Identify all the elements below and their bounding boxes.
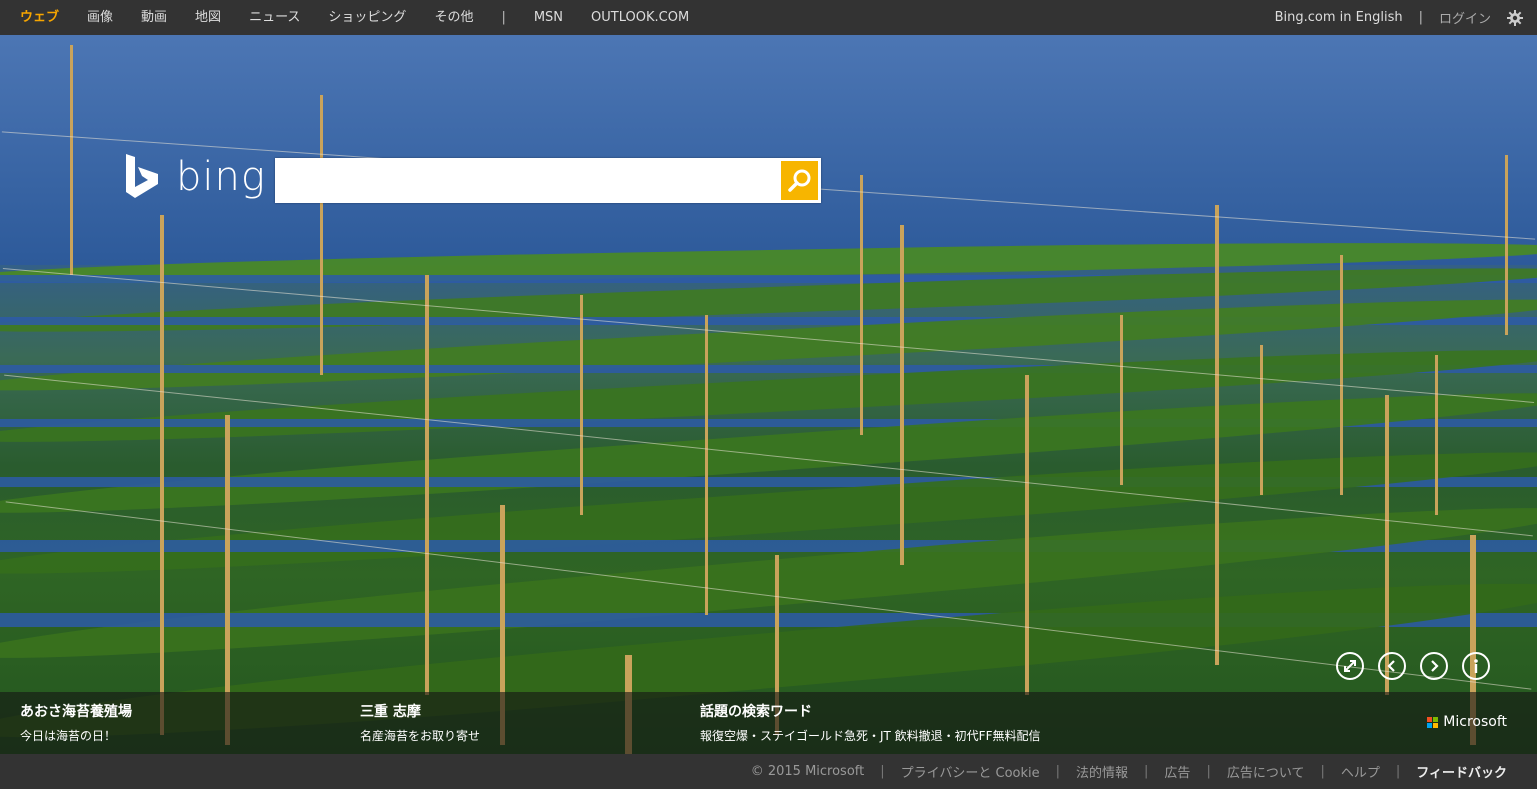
- caption-location-title: あおさ海苔養殖場: [20, 704, 132, 720]
- nav-shopping[interactable]: ショッピング: [328, 0, 406, 35]
- footer-copyright: © 2015 Microsoft: [750, 764, 865, 779]
- footer-separator: |: [1395, 764, 1401, 779]
- microsoft-logo[interactable]: Microsoft: [1427, 714, 1507, 730]
- caption-location[interactable]: あおさ海苔養殖場 今日は海苔の日！: [20, 701, 132, 744]
- search-icon: [787, 169, 810, 192]
- caption-region-subtitle: 名産海苔をお取り寄せ: [360, 729, 481, 743]
- footer-feedback-link[interactable]: フィードバック: [1416, 762, 1507, 781]
- footer-links: © 2015 Microsoft | プライバシーと Cookie | 法的情報…: [751, 754, 1507, 789]
- caption-strip: あおさ海苔養殖場 今日は海苔の日！ 三重 志摩 名産海苔をお取り寄せ 話題の検索…: [0, 692, 1537, 754]
- image-info-button[interactable]: [1462, 652, 1490, 680]
- info-icon: [1474, 659, 1478, 673]
- search-button[interactable]: [781, 161, 818, 200]
- water-area: [0, 35, 1537, 265]
- background-photo: [0, 35, 1537, 754]
- bing-logo[interactable]: bing: [124, 154, 266, 200]
- fullscreen-button[interactable]: [1336, 652, 1364, 680]
- search-box: [275, 158, 821, 203]
- bing-logo-icon: [126, 154, 158, 198]
- footer-separator: |: [1320, 764, 1325, 779]
- nav-outlook[interactable]: OUTLOOK.COM: [591, 0, 689, 35]
- footer-separator: |: [880, 764, 885, 779]
- caption-region-title: 三重 志摩: [360, 704, 421, 720]
- nav-images[interactable]: 画像: [87, 0, 113, 35]
- english-link[interactable]: Bing.com in English: [1275, 10, 1403, 25]
- footer-separator: |: [1144, 764, 1149, 779]
- nav-videos[interactable]: 動画: [141, 0, 167, 35]
- nav-news[interactable]: ニュース: [249, 0, 300, 35]
- footer-separator: |: [1206, 764, 1211, 779]
- footer-legal-link[interactable]: 法的情報: [1076, 762, 1128, 781]
- nav-web[interactable]: ウェブ: [20, 0, 59, 35]
- footer: © 2015 Microsoft | プライバシーと Cookie | 法的情報…: [0, 754, 1537, 789]
- footer-ads-link[interactable]: 広告: [1164, 762, 1190, 781]
- top-right-links: Bing.com in English | ログイン: [1263, 0, 1537, 35]
- microsoft-squares-icon: [1427, 716, 1439, 728]
- footer-help-link[interactable]: ヘルプ: [1341, 762, 1380, 781]
- top-right-separator: |: [1418, 10, 1423, 25]
- caption-region[interactable]: 三重 志摩 名産海苔をお取り寄せ: [360, 701, 480, 744]
- bing-logo-text: bing: [176, 154, 266, 200]
- caption-location-subtitle: 今日は海苔の日！: [20, 729, 117, 743]
- caption-trending-title: 話題の検索ワード: [700, 704, 812, 720]
- login-link[interactable]: ログイン: [1439, 8, 1491, 27]
- gear-icon[interactable]: [1507, 9, 1523, 26]
- next-image-button[interactable]: [1420, 652, 1448, 680]
- search-input[interactable]: [283, 164, 777, 198]
- chevron-right-icon: [1431, 660, 1439, 672]
- top-navigation-bar: ウェブ 画像 動画 地図 ニュース ショッピング その他 | MSN OUTLO…: [0, 0, 1537, 35]
- caption-trending-subtitle[interactable]: 報復空爆・ステイゴールド急死・JT 飲料撤退・初代FF無料配信: [700, 727, 1041, 744]
- caption-trending[interactable]: 話題の検索ワード 報復空爆・ステイゴールド急死・JT 飲料撤退・初代FF無料配信: [700, 701, 1041, 744]
- nav-maps[interactable]: 地図: [195, 0, 221, 35]
- previous-image-button[interactable]: [1378, 652, 1406, 680]
- footer-about-ads-link[interactable]: 広告について: [1227, 762, 1305, 781]
- footer-separator: |: [1055, 764, 1061, 779]
- nav-more[interactable]: その他: [434, 0, 473, 35]
- nav-msn[interactable]: MSN: [534, 0, 563, 35]
- microsoft-label: Microsoft: [1443, 714, 1507, 730]
- scope-nav: ウェブ 画像 動画 地図 ニュース ショッピング その他 | MSN OUTLO…: [0, 0, 697, 35]
- footer-privacy-link[interactable]: プライバシーと Cookie: [901, 762, 1040, 781]
- expand-icon: [1344, 660, 1356, 672]
- nav-separator: |: [501, 10, 506, 25]
- chevron-left-icon: [1387, 660, 1395, 672]
